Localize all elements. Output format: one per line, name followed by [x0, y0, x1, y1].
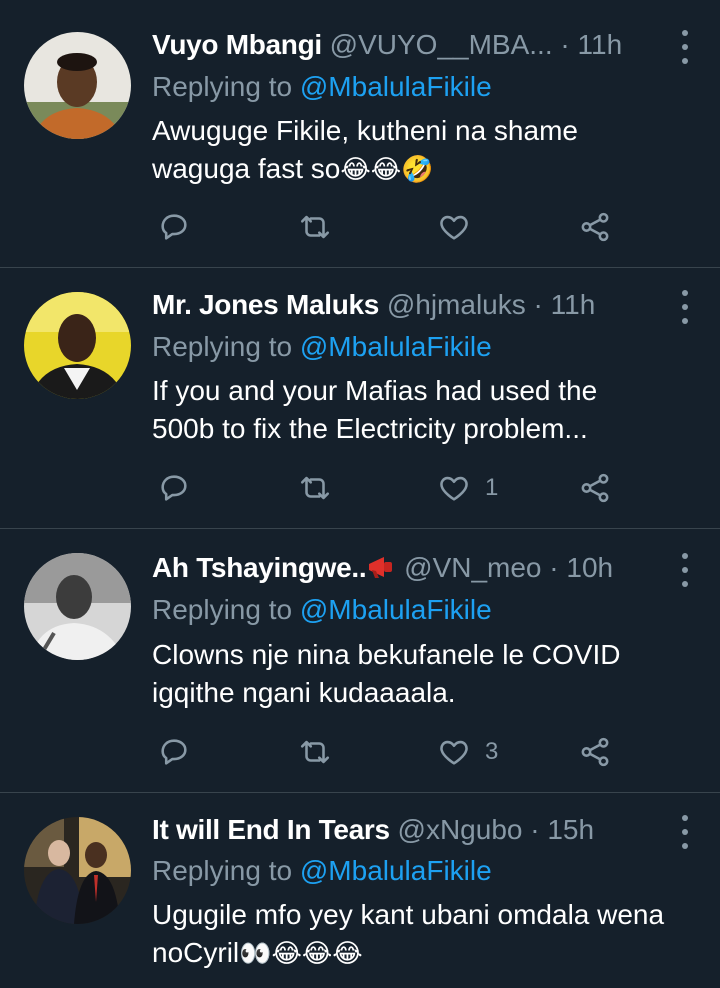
replying-to-label: Replying to: [152, 71, 293, 102]
retweet-button[interactable]: [298, 732, 332, 772]
share-button[interactable]: [578, 207, 612, 247]
heart-icon: [440, 740, 468, 765]
retweet-icon: [300, 740, 330, 764]
avatar[interactable]: [24, 292, 131, 399]
tweet-text: If you and your Mafias had used the 500b…: [152, 372, 700, 448]
separator-dot: ·: [560, 29, 570, 60]
megaphone-icon: [369, 557, 393, 578]
timestamp[interactable]: 10h: [566, 552, 613, 583]
reply-button[interactable]: [157, 207, 191, 247]
like-count: 3: [485, 738, 499, 765]
tweet-actions: [152, 207, 632, 247]
tweet-header: It will End In Tears @xNgubo · 15h: [152, 813, 660, 847]
share-icon: [581, 473, 609, 503]
retweet-icon: [300, 476, 330, 500]
tweet-header: Vuyo Mbangi @VUYO__MBA... · 11h: [152, 28, 660, 62]
more-options-icon[interactable]: [680, 30, 690, 64]
tweet-text-line: Clowns nje nina bekufanele le COVID: [152, 639, 621, 670]
tweet-card[interactable]: It will End In Tears @xNgubo · 15h Reply…: [0, 793, 720, 988]
avatar[interactable]: [24, 32, 131, 139]
tweet-text: Ugugile mfo yey kant ubani omdala wena n…: [152, 896, 700, 972]
more-options-icon[interactable]: [680, 290, 690, 324]
reply-icon: [161, 739, 187, 765]
separator-dot: ·: [530, 814, 540, 845]
retweet-button[interactable]: [298, 468, 332, 508]
emoji: 😂😂🤣: [340, 154, 434, 184]
reply-button[interactable]: [157, 468, 191, 508]
avatar[interactable]: [24, 817, 131, 924]
reply-icon: [161, 475, 187, 501]
more-options-icon[interactable]: [680, 815, 690, 849]
mention-link[interactable]: @MbalulaFikile: [300, 71, 492, 102]
tweet-card[interactable]: Ah Tshayingwe.. @VN_meo · 10h Replying t…: [0, 529, 720, 793]
replying-to: Replying to @MbalulaFikile: [152, 70, 492, 104]
mention-link[interactable]: @MbalulaFikile: [300, 855, 492, 886]
replying-to-label: Replying to: [152, 594, 293, 625]
emoji: 👀😂😂😂: [239, 938, 363, 968]
tweet-actions: 3: [152, 732, 632, 772]
user-handle[interactable]: @hjmaluks: [387, 289, 526, 320]
tweet-text: Awuguge Fikile, kutheni na shame waguga …: [152, 112, 700, 188]
tweet-text-line: noCyril: [152, 937, 240, 968]
replying-to: Replying to @MbalulaFikile: [152, 593, 492, 627]
reply-button[interactable]: [157, 732, 191, 772]
like-button[interactable]: 3: [437, 732, 498, 772]
tweet-text-line: Awuguge Fikile, kutheni na shame: [152, 115, 578, 146]
tweet-text-line: 500b to fix the Electricity problem...: [152, 413, 588, 444]
separator-dot: ·: [549, 552, 559, 583]
display-name[interactable]: It will End In Tears: [152, 814, 390, 845]
like-button[interactable]: 1: [437, 468, 498, 508]
display-name[interactable]: Vuyo Mbangi: [152, 29, 322, 60]
tweet-text-line: Ugugile mfo yey kant ubani omdala wena: [152, 899, 665, 930]
tweet-text-line: If you and your Mafias had used the: [152, 375, 598, 406]
separator-dot: ·: [533, 289, 543, 320]
tweet-text-line: igqithe ngani kudaaaala.: [152, 677, 456, 708]
more-options-icon[interactable]: [680, 553, 690, 587]
avatar[interactable]: [24, 553, 131, 660]
user-handle[interactable]: @xNgubo: [398, 814, 523, 845]
mention-link[interactable]: @MbalulaFikile: [300, 331, 492, 362]
tweet-text-line: waguga fast so: [152, 153, 341, 184]
replying-to-label: Replying to: [152, 855, 293, 886]
tweet-text: Clowns nje nina bekufanele le COVID igqi…: [152, 636, 700, 712]
display-name[interactable]: Ah Tshayingwe..: [152, 552, 367, 583]
tweet-actions: 1: [152, 468, 632, 508]
share-button[interactable]: [578, 732, 612, 772]
tweet-card[interactable]: Vuyo Mbangi @VUYO__MBA... · 11h Replying…: [0, 0, 720, 268]
heart-icon: [440, 476, 468, 501]
timestamp[interactable]: 11h: [551, 289, 596, 320]
like-count: 1: [485, 474, 499, 501]
tweet-card[interactable]: Mr. Jones Maluks @hjmaluks · 11h Replyin…: [0, 268, 720, 529]
heart-icon: [440, 215, 468, 240]
like-button[interactable]: [437, 207, 485, 247]
tweet-header: Ah Tshayingwe.. @VN_meo · 10h: [152, 551, 660, 585]
reply-icon: [161, 214, 187, 240]
retweet-icon: [300, 215, 330, 239]
timestamp[interactable]: 15h: [547, 814, 594, 845]
retweet-button[interactable]: [298, 207, 332, 247]
mention-link[interactable]: @MbalulaFikile: [300, 594, 492, 625]
display-name[interactable]: Mr. Jones Maluks: [152, 289, 379, 320]
replies-feed: Vuyo Mbangi @VUYO__MBA... · 11h Replying…: [0, 0, 720, 988]
share-icon: [581, 737, 609, 767]
user-handle[interactable]: @VN_meo: [404, 552, 541, 583]
tweet-header: Mr. Jones Maluks @hjmaluks · 11h: [152, 288, 660, 322]
user-handle[interactable]: @VUYO__MBA...: [330, 29, 553, 60]
share-button[interactable]: [578, 468, 612, 508]
timestamp[interactable]: 11h: [578, 29, 623, 60]
replying-to: Replying to @MbalulaFikile: [152, 330, 492, 364]
replying-to-label: Replying to: [152, 331, 293, 362]
share-icon: [581, 212, 609, 242]
replying-to: Replying to @MbalulaFikile: [152, 854, 492, 888]
